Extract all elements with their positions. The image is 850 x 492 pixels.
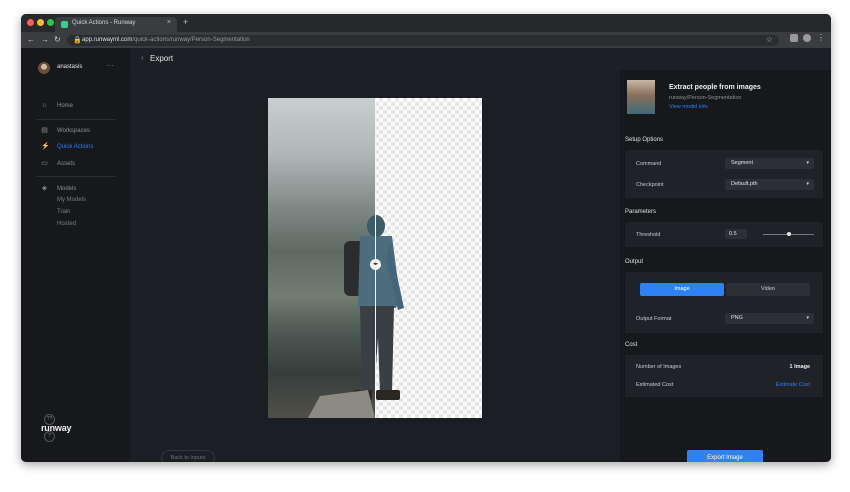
runway-favicon-icon: [61, 21, 68, 28]
output-title: Output: [625, 259, 644, 265]
command-select[interactable]: Segment ▾: [725, 158, 814, 169]
cost-title: Cost: [625, 342, 638, 348]
url-text: app.runwayml.com/quick-actions/runway/Pe…: [82, 37, 250, 43]
estimated-cost-label: Estimated Cost: [636, 382, 674, 388]
extension-icon[interactable]: [790, 34, 798, 42]
models-icon: ◈: [41, 185, 48, 192]
command-value: Segment: [731, 160, 754, 166]
page-header: ‹ Export: [130, 48, 831, 71]
cost-card: Number of Images 1 Image Estimated Cost …: [625, 355, 823, 397]
home-icon: ⌂: [42, 102, 47, 109]
runway-logo[interactable]: runway: [41, 423, 72, 433]
sidebar-item-hosted[interactable]: Hosted: [57, 221, 76, 227]
output-format-select[interactable]: PNG ▾: [725, 313, 814, 324]
sidebar-item-assets[interactable]: ▭ Assets: [41, 160, 75, 167]
chevron-down-icon: ▾: [806, 160, 809, 166]
chevron-down-icon: ▾: [806, 315, 809, 321]
sidebar-item-workspaces[interactable]: ▤ Workspaces: [41, 127, 90, 134]
back-chevron-icon[interactable]: ‹: [141, 53, 144, 62]
model-thumbnail: [627, 80, 655, 114]
sidebar-item-label: Home: [57, 102, 74, 109]
checkpoint-select[interactable]: Default.pth ▾: [725, 179, 814, 190]
output-format-value: PNG: [731, 315, 743, 321]
profile-icon[interactable]: [803, 34, 811, 42]
close-window-button[interactable]: [27, 19, 34, 26]
export-image-button[interactable]: Export Image: [687, 450, 763, 462]
browser-menu-icon[interactable]: ⋮: [817, 33, 825, 42]
parameters-card: Threshold 0.5: [625, 222, 823, 247]
url-path: /quick-actions/runway/Person-Segmentatio…: [132, 37, 250, 43]
sidebar-item-label: Assets: [57, 160, 76, 167]
sidebar-item-home[interactable]: ⌂ Home: [41, 102, 73, 109]
divider: [37, 119, 115, 120]
sidebar-item-train[interactable]: Train: [57, 209, 70, 215]
divider: [37, 176, 115, 177]
checkpoint-value: Default.pth: [731, 181, 758, 187]
url-host: app.runwayml.com: [82, 37, 133, 43]
output-format-label: Output Format: [636, 316, 672, 322]
view-model-info-link[interactable]: View model info: [669, 104, 708, 110]
new-tab-button[interactable]: +: [183, 17, 188, 27]
maximize-window-button[interactable]: [47, 19, 54, 26]
user-menu-icon[interactable]: ···: [106, 61, 114, 70]
output-card: Image Video Output Format PNG ▾: [625, 272, 823, 333]
sidebar: anastasis ··· ⌂ Home ▤ Workspaces ⚡ Quic…: [21, 48, 130, 462]
comparison-handle-icon[interactable]: ◂▸: [370, 259, 381, 270]
command-label: Command: [636, 161, 662, 167]
sidebar-item-label: Workspaces: [57, 127, 90, 134]
number-of-images-label: Number of Images: [636, 364, 682, 370]
sidebar-item-models[interactable]: ◈ Models: [41, 185, 77, 192]
tab-bar: Quick Actions - Runway × +: [21, 14, 831, 32]
output-image-tab[interactable]: Image: [640, 283, 724, 296]
workspaces-icon: ▤: [41, 127, 48, 134]
threshold-slider-handle[interactable]: [787, 232, 791, 236]
url-input[interactable]: 🔒 app.runwayml.com/quick-actions/runway/…: [67, 35, 779, 46]
tab-close-icon[interactable]: ×: [167, 19, 171, 26]
model-title: Extract people from images: [669, 84, 761, 91]
threshold-input[interactable]: 0.5: [725, 229, 747, 239]
sidebar-item-label: Quick Actions: [57, 143, 94, 150]
setup-options-card: Command Segment ▾ Checkpoint Default.pth…: [625, 150, 823, 198]
lock-icon: 🔒: [73, 37, 82, 44]
avatar[interactable]: [38, 62, 50, 74]
settings-panel: Extract people from images runway/Person…: [620, 70, 831, 462]
sidebar-item-my-models[interactable]: My Models: [57, 197, 86, 203]
comparison-divider[interactable]: [375, 98, 376, 418]
sidebar-item-quick-actions[interactable]: ⚡ Quick Actions: [41, 143, 93, 150]
browser-window: Quick Actions - Runway × + ← → ↻ 🔒 app.r…: [21, 14, 831, 462]
bookmark-star-icon[interactable]: ☆: [766, 35, 773, 44]
setup-options-title: Setup Options: [625, 137, 664, 143]
estimate-cost-link[interactable]: Estimate Cost: [776, 382, 810, 388]
parameters-title: Parameters: [625, 209, 657, 215]
page-title: Export: [150, 54, 174, 63]
back-to-inputs-button[interactable]: Back to Inputs: [161, 450, 215, 462]
username[interactable]: anastasis: [57, 64, 82, 70]
back-arrow-icon[interactable]: ←: [27, 35, 35, 44]
browser-tab[interactable]: Quick Actions - Runway ×: [55, 17, 177, 32]
threshold-label: Threshold: [636, 232, 661, 238]
tab-title: Quick Actions - Runway: [72, 20, 136, 26]
forward-arrow-icon[interactable]: →: [41, 35, 49, 44]
address-bar: ← → ↻ 🔒 app.runwayml.com/quick-actions/r…: [21, 32, 831, 48]
lightning-icon: ⚡: [41, 143, 50, 150]
preview-canvas: ◂▸ Back to Inputs: [130, 70, 620, 462]
segmentation-preview[interactable]: ◂▸: [268, 98, 482, 418]
assets-icon: ▭: [41, 160, 48, 167]
minimize-window-button[interactable]: [37, 19, 44, 26]
model-path: runway/Person-Segmentation: [669, 95, 742, 101]
reload-icon[interactable]: ↻: [54, 35, 61, 44]
sidebar-item-label: Models: [57, 185, 77, 192]
chevron-down-icon: ▾: [806, 181, 809, 187]
number-of-images-value: 1 Image: [789, 364, 810, 370]
output-video-tab[interactable]: Video: [726, 283, 810, 296]
checkpoint-label: Checkpoint: [636, 182, 664, 188]
